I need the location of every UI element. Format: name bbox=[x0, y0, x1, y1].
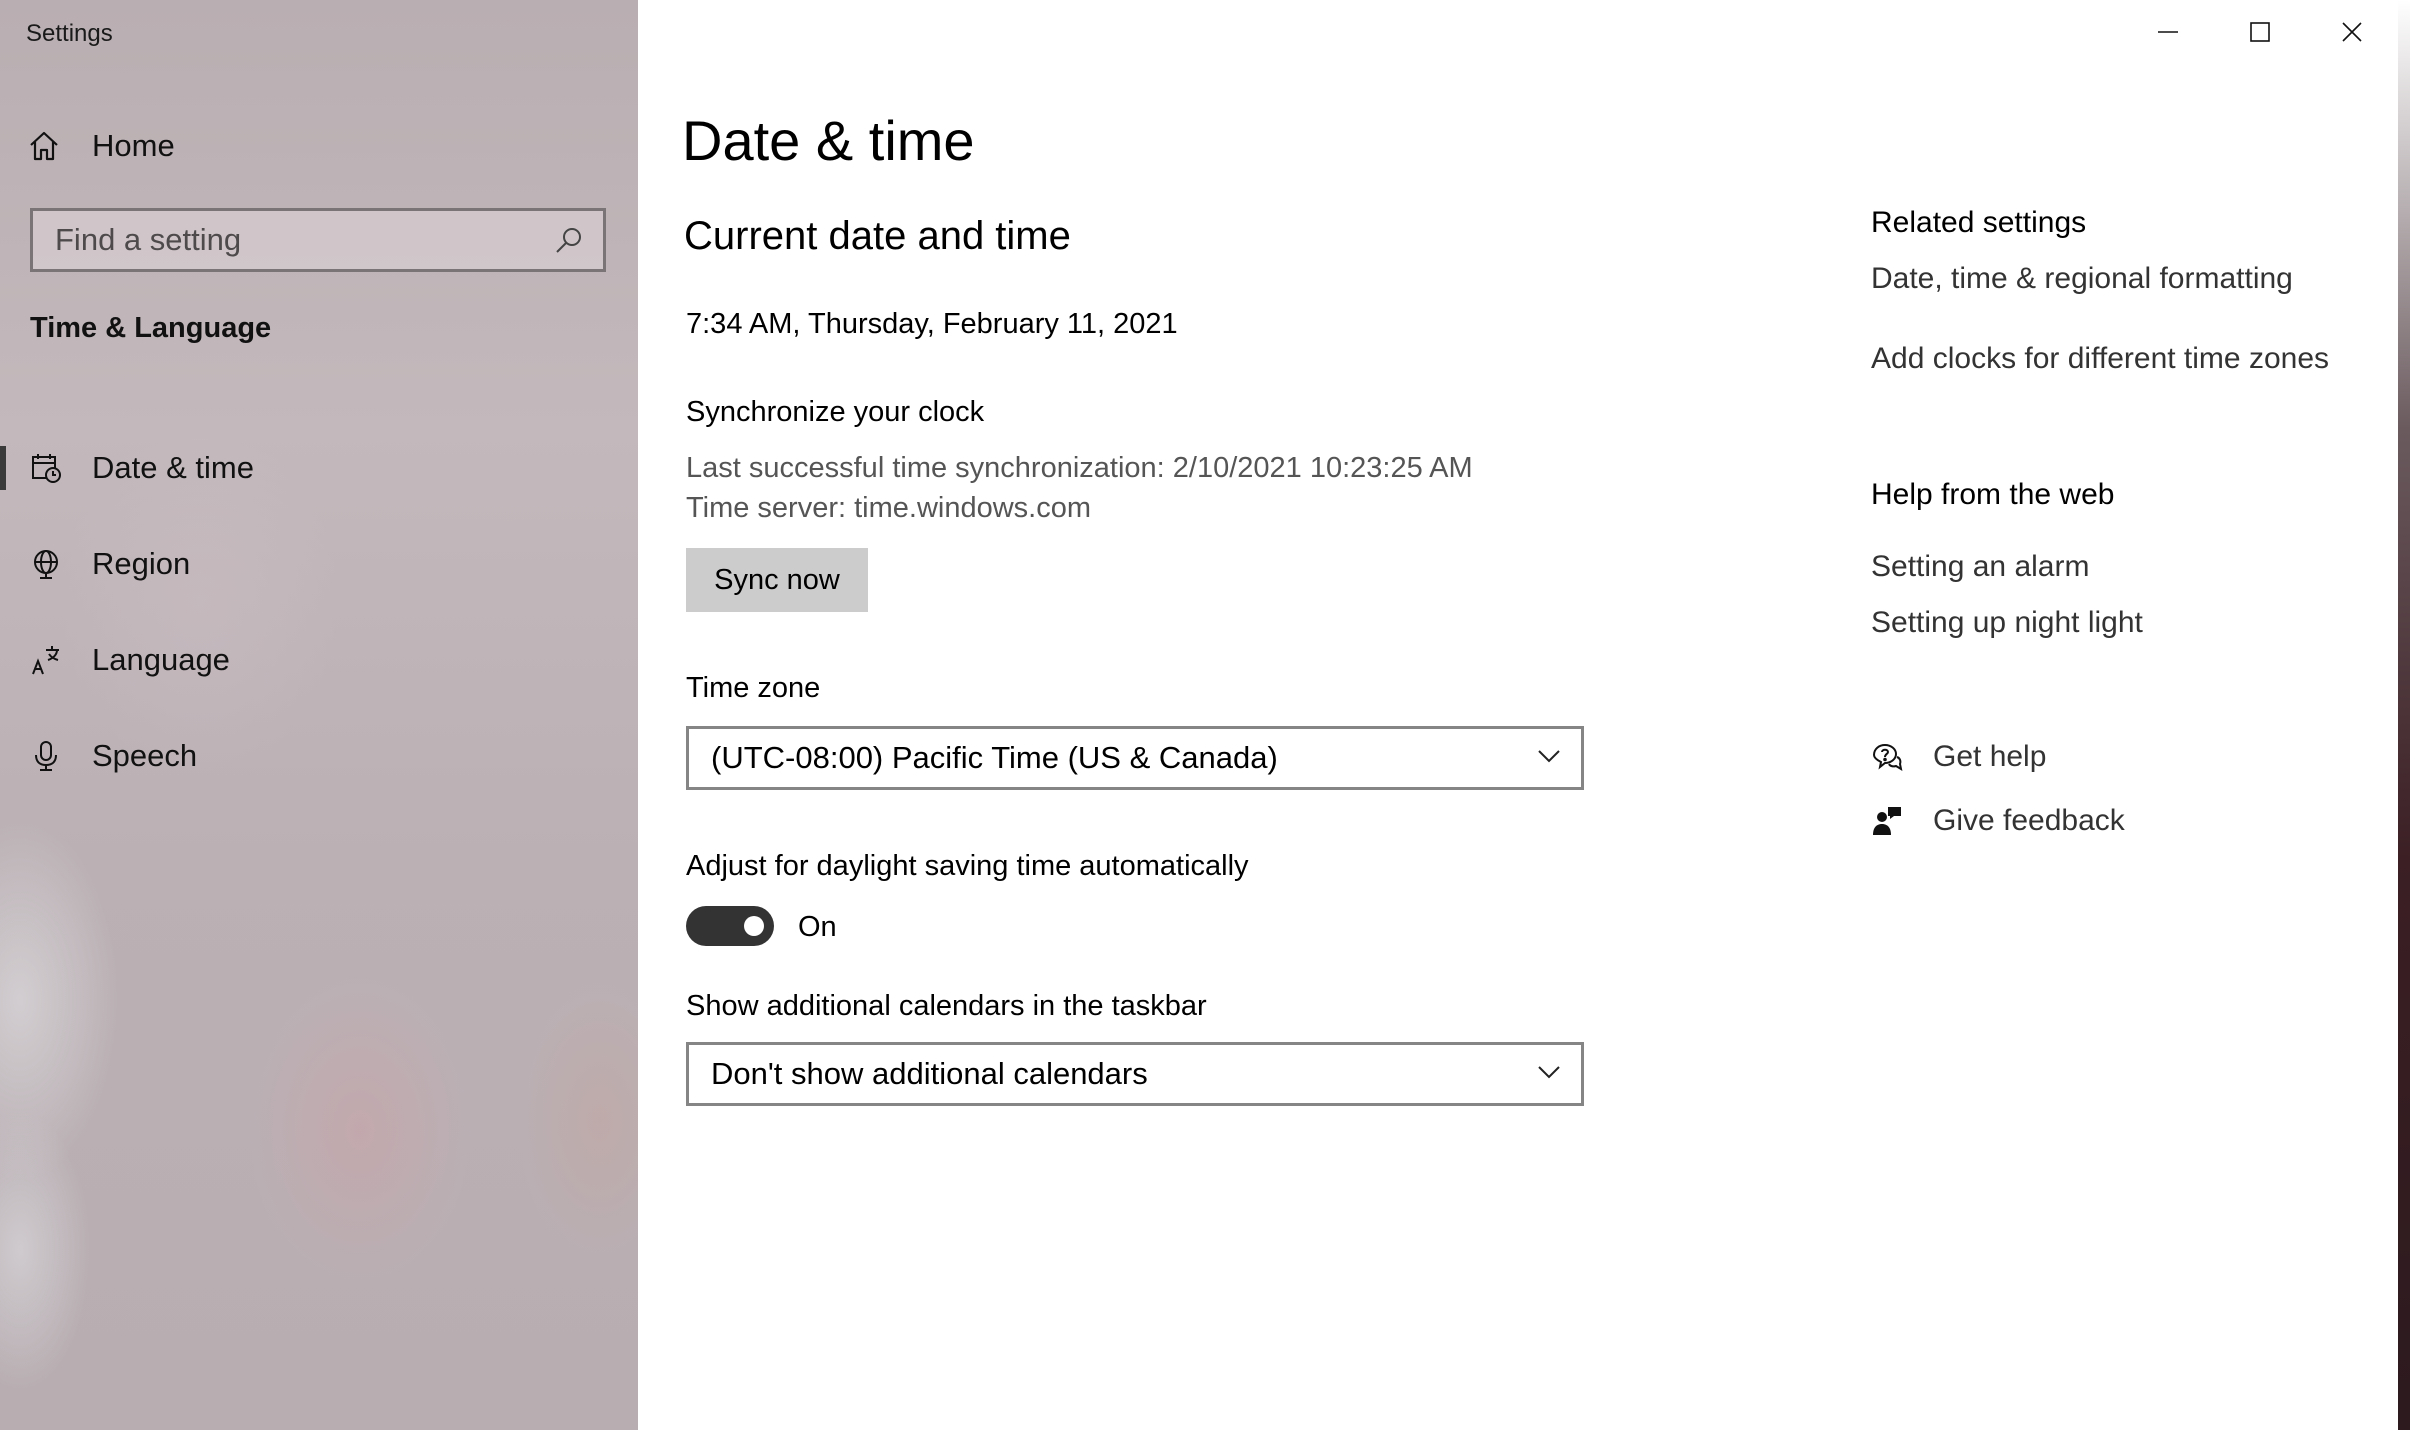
current-date-heading: Current date and time bbox=[684, 214, 1071, 258]
dst-label: Adjust for daylight saving time automati… bbox=[686, 850, 1249, 882]
chevron-down-icon bbox=[1535, 1058, 1563, 1091]
sidebar-item-label: Language bbox=[92, 642, 230, 677]
language-icon bbox=[30, 644, 62, 676]
get-help-label: Get help bbox=[1933, 740, 2047, 773]
sidebar-item-speech[interactable]: Speech bbox=[0, 708, 638, 804]
give-feedback-label: Give feedback bbox=[1933, 804, 2125, 837]
search-input[interactable] bbox=[55, 222, 553, 258]
sidebar-item-label: Region bbox=[92, 546, 191, 581]
calendars-value: Don't show additional calendars bbox=[711, 1056, 1148, 1091]
page-title: Date & time bbox=[682, 109, 975, 172]
app-title: Settings bbox=[26, 20, 113, 47]
maximize-icon bbox=[2250, 22, 2270, 42]
sidebar-item-label: Speech bbox=[92, 738, 198, 773]
home-icon bbox=[28, 130, 60, 162]
search-box[interactable] bbox=[30, 208, 606, 272]
calendars-dropdown[interactable]: Don't show additional calendars bbox=[686, 1042, 1584, 1106]
sidebar-item-date-time[interactable]: Date & time bbox=[0, 420, 638, 516]
link-setting-alarm[interactable]: Setting an alarm bbox=[1871, 550, 2089, 584]
nav-list: Date & time Region Language Speech bbox=[0, 420, 638, 804]
maximize-button[interactable] bbox=[2214, 0, 2306, 64]
calendars-label: Show additional calendars in the taskbar bbox=[686, 990, 1207, 1022]
toggle-knob bbox=[744, 916, 764, 936]
link-add-clocks[interactable]: Add clocks for different time zones bbox=[1871, 342, 2329, 376]
window-edge bbox=[2398, 0, 2410, 1430]
timezone-dropdown[interactable]: (UTC-08:00) Pacific Time (US & Canada) bbox=[686, 726, 1584, 790]
minimize-button[interactable] bbox=[2122, 0, 2214, 64]
sync-now-button[interactable]: Sync now bbox=[686, 548, 868, 612]
minimize-icon bbox=[2158, 31, 2178, 33]
time-server-text: Time server: time.windows.com bbox=[686, 492, 1092, 524]
sync-heading: Synchronize your clock bbox=[686, 396, 985, 428]
dst-state: On bbox=[798, 911, 837, 943]
help-heading: Help from the web bbox=[1871, 478, 2115, 511]
last-sync-text: Last successful time synchronization: 2/… bbox=[686, 452, 1473, 484]
nav-home-label: Home bbox=[92, 128, 175, 163]
get-help-link[interactable]: Get help bbox=[1871, 740, 2046, 774]
chevron-down-icon bbox=[1535, 742, 1563, 775]
nav-home[interactable]: Home bbox=[28, 122, 608, 170]
timezone-label: Time zone bbox=[686, 672, 821, 704]
chat-help-icon bbox=[1871, 741, 1903, 773]
current-datetime: 7:34 AM, Thursday, February 11, 2021 bbox=[686, 308, 1178, 340]
caption-buttons bbox=[2122, 0, 2398, 64]
main-content: Date & time Current date and time 7:34 A… bbox=[638, 0, 2398, 1430]
related-settings-heading: Related settings bbox=[1871, 206, 2087, 239]
microphone-icon bbox=[30, 740, 62, 772]
globe-icon bbox=[30, 548, 62, 580]
sidebar-item-region[interactable]: Region bbox=[0, 516, 638, 612]
sidebar-item-label: Date & time bbox=[92, 450, 254, 485]
give-feedback-link[interactable]: Give feedback bbox=[1871, 804, 2125, 838]
sidebar: Settings Home Find a setting Time & Lang… bbox=[0, 0, 638, 1430]
section-title: Time & Language bbox=[30, 312, 272, 344]
calendar-clock-icon bbox=[30, 452, 62, 484]
close-button[interactable] bbox=[2306, 0, 2398, 64]
close-icon bbox=[2342, 22, 2362, 42]
timezone-value: (UTC-08:00) Pacific Time (US & Canada) bbox=[711, 740, 1278, 775]
dst-toggle[interactable] bbox=[686, 906, 774, 946]
link-night-light[interactable]: Setting up night light bbox=[1871, 606, 2143, 640]
sidebar-item-language[interactable]: Language bbox=[0, 612, 638, 708]
search-icon[interactable] bbox=[553, 224, 585, 256]
link-regional-formatting[interactable]: Date, time & regional formatting bbox=[1871, 262, 2293, 296]
settings-window: Settings Home Find a setting Time & Lang… bbox=[0, 0, 2410, 1430]
feedback-icon bbox=[1871, 805, 1903, 837]
